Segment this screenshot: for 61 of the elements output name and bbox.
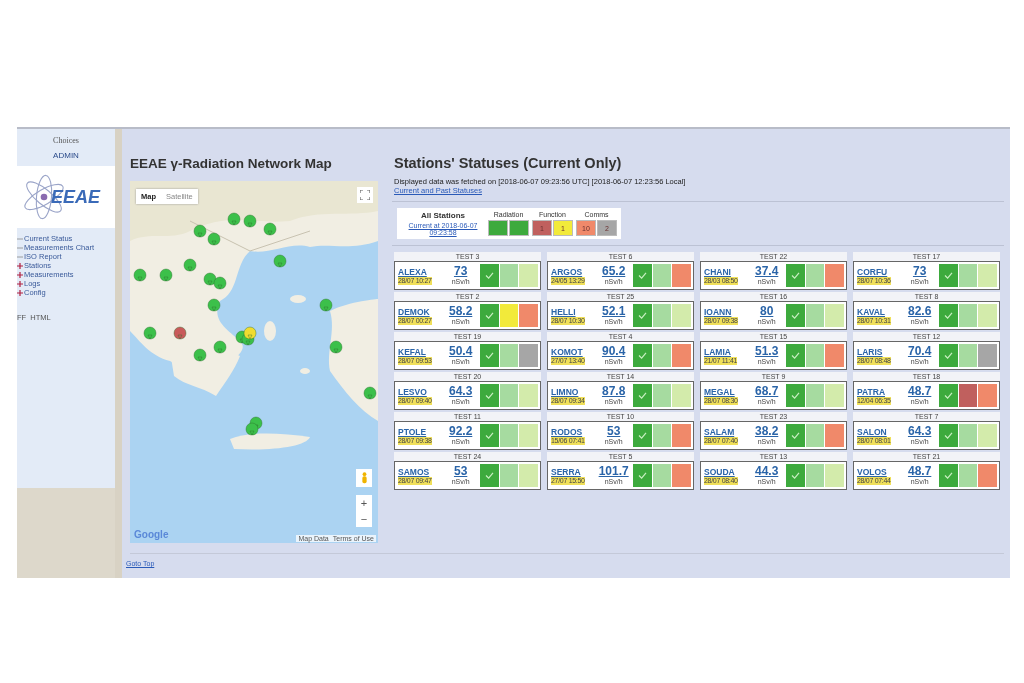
dose-rate-link[interactable]: 90.4 <box>601 345 626 358</box>
dose-rate-link[interactable]: 48.7 <box>907 385 932 398</box>
dose-rate-link[interactable]: 51.3 <box>754 345 779 358</box>
station-link[interactable]: MEGAL <box>704 386 748 397</box>
station-link[interactable]: RODOS <box>551 426 595 437</box>
person-icon <box>360 472 368 484</box>
expand-icon[interactable] <box>17 289 23 296</box>
station-link[interactable]: SALAM <box>704 426 748 437</box>
logo-text: EEAE <box>51 186 101 208</box>
fullscreen-button[interactable] <box>357 187 373 203</box>
dose-rate-link[interactable]: 44.3 <box>754 465 779 478</box>
dose-rate-link[interactable]: 58.2 <box>448 305 473 318</box>
station-link[interactable]: VOLOS <box>857 466 901 477</box>
dose-rate-link[interactable]: 80 <box>759 305 774 318</box>
station-link[interactable]: LESVO <box>398 386 442 397</box>
station-link[interactable]: IOANN <box>704 306 748 317</box>
dose-rate-link[interactable]: 53 <box>453 465 468 478</box>
sidebar-heading: Choices <box>53 136 79 145</box>
expand-icon[interactable] <box>17 280 23 287</box>
dose-rate-link[interactable]: 48.7 <box>907 465 932 478</box>
expand-icon[interactable] <box>17 271 23 278</box>
section-title: Stations' Statuses (Current Only) <box>394 155 623 171</box>
station-link[interactable]: CORFU <box>857 266 901 277</box>
fullscreen-icon <box>360 190 370 200</box>
summary-title: All Stations <box>421 211 465 220</box>
station-link[interactable]: LARIS <box>857 346 901 357</box>
dose-rate-link[interactable]: 70.4 <box>907 345 932 358</box>
dose-rate-link[interactable]: 68.7 <box>754 385 779 398</box>
dose-rate-link[interactable]: 101.7 <box>598 465 629 478</box>
dose-rate-link[interactable]: 87.8 <box>601 385 626 398</box>
dose-rate-link[interactable]: 37.4 <box>754 265 779 278</box>
dose-rate-link[interactable]: 50.4 <box>448 345 473 358</box>
dose-rate-link[interactable]: 92.2 <box>448 425 473 438</box>
dose-rate-link[interactable]: 64.3 <box>448 385 473 398</box>
dose-rate-link[interactable]: 64.3 <box>907 425 932 438</box>
station-link[interactable]: CHANI <box>704 266 748 277</box>
dose-rate-link[interactable]: 53 <box>606 425 621 438</box>
station-link[interactable]: SERRA <box>551 466 595 477</box>
dose-rate-link[interactable]: 73 <box>912 265 927 278</box>
station-link[interactable]: KOMOT <box>551 346 595 357</box>
station-link[interactable]: SALON <box>857 426 901 437</box>
station-link[interactable]: LIMNO <box>551 386 595 397</box>
dose-rate-link[interactable]: 82.6 <box>907 305 932 318</box>
station-link[interactable]: HELLI <box>551 306 595 317</box>
station-link[interactable]: PTOLE <box>398 426 442 437</box>
map-title: EEAE γ-Radiation Network Map <box>130 156 333 171</box>
expand-icon[interactable] <box>17 262 23 269</box>
station-link[interactable]: ARGOS <box>551 266 595 277</box>
dose-rate-link[interactable]: 38.2 <box>754 425 779 438</box>
station-link[interactable]: KEFAL <box>398 346 442 357</box>
dose-rate-link[interactable]: 73 <box>453 265 468 278</box>
user-role: ADMIN <box>53 151 79 160</box>
station-link[interactable]: LAMIA <box>704 346 748 357</box>
station-link[interactable]: PATRA <box>857 386 901 397</box>
station-link[interactable]: DEMOK <box>398 306 442 317</box>
dose-rate-link[interactable]: 65.2 <box>601 265 626 278</box>
dose-rate-link[interactable]: 52.1 <box>601 305 626 318</box>
station-link[interactable]: ALEXA <box>398 266 442 277</box>
station-link[interactable]: SOUDA <box>704 466 748 477</box>
station-link[interactable]: SAMOS <box>398 466 442 477</box>
station-link[interactable]: KAVAL <box>857 306 901 317</box>
